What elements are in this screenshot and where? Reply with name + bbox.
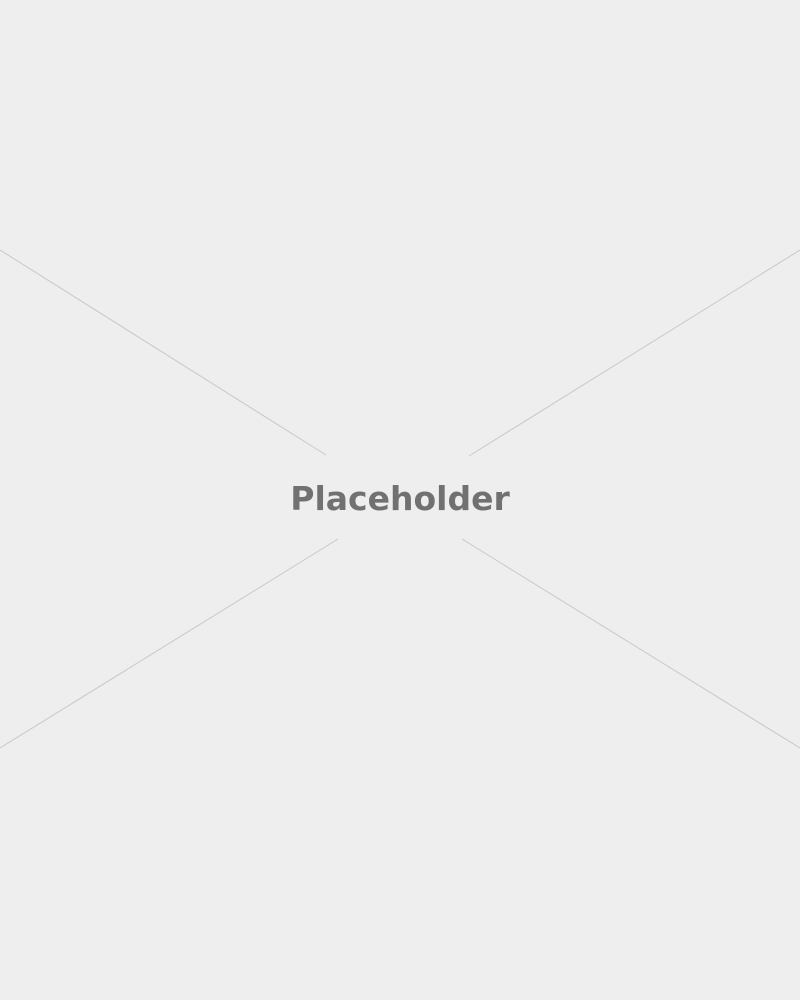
diagonal-line-top-right <box>468 249 800 457</box>
diagonal-line-top-left <box>0 249 327 456</box>
placeholder-label: Placeholder <box>290 479 510 518</box>
diagonal-line-bottom-left <box>0 538 339 749</box>
diagonal-line-bottom-right <box>461 538 800 749</box>
placeholder-image: Placeholder <box>0 0 800 1000</box>
